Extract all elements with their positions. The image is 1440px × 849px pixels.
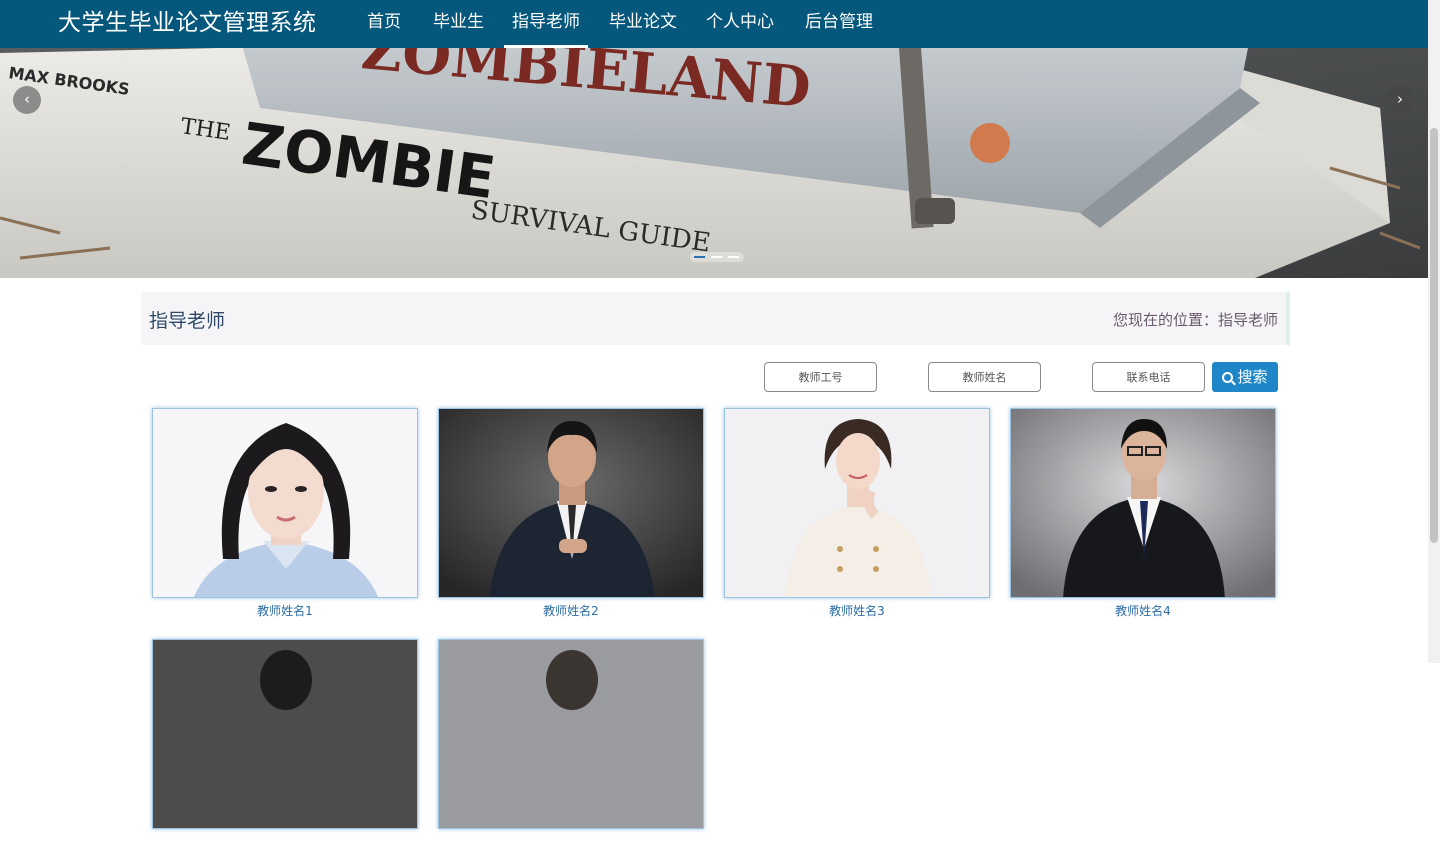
top-navbar: 大学生毕业论文管理系统 首页 毕业生 指导老师 毕业论文 个人中心 后台管理 xyxy=(0,0,1428,48)
teacher-card[interactable]: 教师姓名4 xyxy=(1010,408,1276,618)
teacher-card[interactable]: 教师姓名2 xyxy=(438,408,704,618)
search-icon xyxy=(1222,372,1234,383)
teacher-name-input[interactable] xyxy=(928,362,1041,392)
nav-item-advisors[interactable]: 指导老师 xyxy=(504,0,588,48)
page-title: 指导老师 xyxy=(149,310,226,332)
nav-item-home[interactable]: 首页 xyxy=(367,0,401,48)
breadcrumb: 您现在的位置：指导老师 xyxy=(1112,311,1278,329)
carousel-indicator[interactable] xyxy=(728,256,739,258)
chevron-right-icon: › xyxy=(1397,90,1403,108)
carousel-next-button[interactable]: › xyxy=(1386,86,1414,114)
teacher-name[interactable]: 教师姓名4 xyxy=(1010,602,1276,619)
site-title[interactable]: 大学生毕业论文管理系统 xyxy=(58,6,317,40)
teacher-id-input[interactable] xyxy=(764,362,877,392)
teacher-name[interactable]: 教师姓名1 xyxy=(152,602,418,619)
carousel-indicator[interactable] xyxy=(694,256,705,258)
teacher-card[interactable]: 教师姓名1 xyxy=(152,408,418,618)
teacher-name[interactable]: 教师姓名2 xyxy=(438,602,704,619)
section-header: 指导老师 您现在的位置：指导老师 xyxy=(141,292,1290,345)
teacher-card[interactable] xyxy=(152,639,418,849)
carousel-indicator[interactable] xyxy=(711,256,722,258)
banner-image: MAX BROOKS THE ZOMBIE SURVIVAL GUIDE ZOM… xyxy=(0,48,1428,278)
teacher-photo xyxy=(1010,408,1276,598)
nav-item-admin[interactable]: 后台管理 xyxy=(805,0,873,48)
nav-item-theses[interactable]: 毕业论文 xyxy=(609,0,677,48)
teacher-photo xyxy=(438,408,704,598)
teacher-card[interactable]: 教师姓名3 xyxy=(724,408,990,618)
teacher-name[interactable]: 教师姓名3 xyxy=(724,602,990,619)
nav-item-personal-center[interactable]: 个人中心 xyxy=(706,0,774,48)
scrollbar-thumb[interactable] xyxy=(1430,128,1438,543)
search-button[interactable]: 搜索 xyxy=(1212,362,1278,392)
banner-carousel[interactable]: MAX BROOKS THE ZOMBIE SURVIVAL GUIDE ZOM… xyxy=(0,48,1428,278)
teacher-photo xyxy=(724,408,990,598)
teacher-card[interactable] xyxy=(438,639,704,849)
page-scrollbar[interactable] xyxy=(1428,0,1440,663)
phone-input[interactable] xyxy=(1092,362,1205,392)
chevron-left-icon: ‹ xyxy=(24,90,30,108)
teacher-photo xyxy=(438,639,704,829)
carousel-indicators xyxy=(690,252,744,262)
carousel-prev-button[interactable]: ‹ xyxy=(13,86,41,114)
teacher-photo xyxy=(152,639,418,829)
search-button-label: 搜索 xyxy=(1237,368,1268,386)
teacher-photo xyxy=(152,408,418,598)
nav-item-graduates[interactable]: 毕业生 xyxy=(433,0,484,48)
